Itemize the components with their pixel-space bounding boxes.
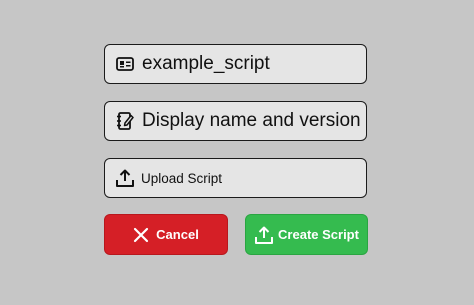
- create-script-label: Create Script: [278, 227, 359, 242]
- cancel-button[interactable]: Cancel: [104, 214, 228, 255]
- display-name-input[interactable]: Display name and version: [104, 101, 367, 141]
- script-name-input[interactable]: example_script: [104, 44, 367, 84]
- id-card-icon: [114, 53, 136, 75]
- create-script-button[interactable]: Create Script: [245, 214, 368, 255]
- display-name-value: Display name and version: [142, 110, 361, 131]
- notebook-icon: [114, 110, 136, 132]
- create-script-form: example_script Display name and version …: [0, 0, 474, 305]
- cancel-label: Cancel: [156, 227, 199, 242]
- upload-icon: [254, 225, 274, 245]
- script-name-value: example_script: [142, 53, 270, 74]
- upload-icon: [114, 167, 136, 189]
- upload-script-label: Upload Script: [141, 170, 223, 186]
- close-icon: [133, 227, 149, 243]
- upload-script-button[interactable]: Upload Script: [104, 158, 367, 198]
